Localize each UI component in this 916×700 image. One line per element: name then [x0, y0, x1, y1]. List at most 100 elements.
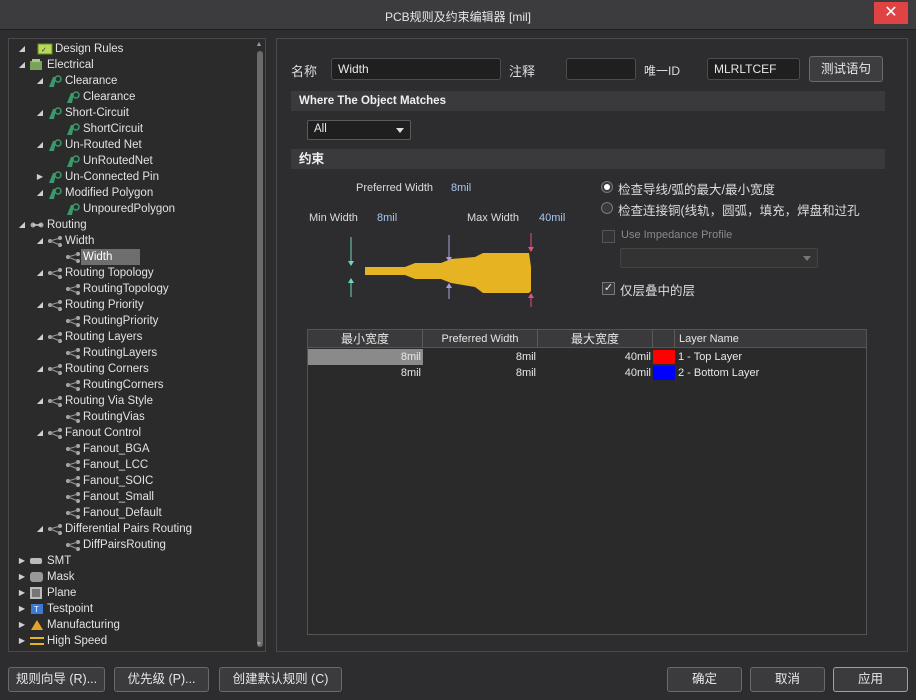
collapse-arrow-icon[interactable]: ◢: [35, 105, 45, 121]
tree-item[interactable]: UnRoutedNet: [9, 153, 249, 169]
check-trace-width-label[interactable]: 检查导线/弧的最大/最小宽度: [618, 179, 775, 198]
col-preferred-width[interactable]: Preferred Width: [423, 330, 538, 348]
tree-item[interactable]: ◢ Clearance: [9, 73, 249, 89]
cell-preferred-width[interactable]: 8mil: [423, 365, 538, 381]
tree-item[interactable]: Fanout_Small: [9, 489, 249, 505]
collapse-arrow-icon[interactable]: ◢: [35, 185, 45, 201]
cell-min-width[interactable]: 8mil: [308, 365, 423, 381]
cell-max-width[interactable]: 40mil: [538, 365, 653, 381]
uid-field[interactable]: [707, 58, 800, 80]
tree-item[interactable]: ◢ Width: [9, 233, 249, 249]
collapse-arrow-icon[interactable]: ◢: [35, 329, 45, 345]
tree-item[interactable]: RoutingCorners: [9, 377, 249, 393]
collapse-arrow-icon[interactable]: ◢: [35, 233, 45, 249]
layer-width-grid[interactable]: 最小宽度 Preferred Width 最大宽度 Layer Name 8mi…: [307, 329, 867, 635]
cell-max-width[interactable]: 40mil: [538, 349, 653, 365]
col-min-width[interactable]: 最小宽度: [308, 330, 423, 348]
tree-item[interactable]: RoutingTopology: [9, 281, 249, 297]
stack-layers-only-checkbox[interactable]: ✓: [602, 282, 615, 295]
collapse-arrow-icon[interactable]: ◢: [17, 41, 27, 57]
tree-item[interactable]: ▶ Mask: [9, 569, 249, 585]
table-row[interactable]: 8mil 8mil 40mil 2 - Bottom Layer: [308, 365, 866, 381]
priorities-button[interactable]: 优先级 (P)...: [114, 667, 209, 692]
tree-item[interactable]: ◢ Differential Pairs Routing: [9, 521, 249, 537]
tree-item[interactable]: RoutingPriority: [9, 313, 249, 329]
col-layer-name[interactable]: Layer Name: [675, 330, 866, 348]
collapse-arrow-icon[interactable]: ◢: [35, 393, 45, 409]
tree-item[interactable]: ▶ SMT: [9, 553, 249, 569]
apply-button[interactable]: 应用: [833, 667, 908, 692]
scroll-down-icon[interactable]: ▼: [255, 641, 263, 649]
tree-item[interactable]: ▶ Manufacturing: [9, 617, 249, 633]
rule-wizard-button[interactable]: 规则向导 (R)...: [8, 667, 105, 692]
tree-item[interactable]: ▶ Un-Connected Pin: [9, 169, 249, 185]
table-row[interactable]: 8mil 8mil 40mil 1 - Top Layer: [308, 349, 866, 365]
tree-scrollbar[interactable]: [257, 51, 263, 647]
create-default-rules-button[interactable]: 创建默认规则 (C): [219, 667, 342, 692]
expand-arrow-icon[interactable]: ▶: [35, 169, 45, 185]
use-impedance-checkbox[interactable]: [602, 230, 615, 243]
collapse-arrow-icon[interactable]: ◢: [35, 137, 45, 153]
scroll-up-icon[interactable]: ▲: [255, 41, 263, 49]
tree-item[interactable]: ◢ Routing Corners: [9, 361, 249, 377]
scope-select[interactable]: All: [307, 120, 411, 140]
tree-item[interactable]: ShortCircuit: [9, 121, 249, 137]
check-trace-width-radio[interactable]: [601, 181, 613, 193]
tree-item[interactable]: Fanout_SOIC: [9, 473, 249, 489]
collapse-arrow-icon[interactable]: ◢: [17, 57, 27, 73]
tree-item[interactable]: Fanout_LCC: [9, 457, 249, 473]
check-copper-radio[interactable]: [601, 202, 613, 214]
collapse-arrow-icon[interactable]: ◢: [35, 265, 45, 281]
comment-field[interactable]: [566, 58, 636, 80]
tree-item[interactable]: ◢ Routing Layers: [9, 329, 249, 345]
collapse-arrow-icon[interactable]: ◢: [35, 297, 45, 313]
tree-item[interactable]: ◢ Modified Polygon: [9, 185, 249, 201]
cell-preferred-width[interactable]: 8mil: [423, 349, 538, 365]
expand-arrow-icon[interactable]: ▶: [17, 569, 27, 585]
expand-arrow-icon[interactable]: ▶: [17, 553, 27, 569]
tree-item[interactable]: ◢ Routing Priority: [9, 297, 249, 313]
tree-item[interactable]: Clearance: [9, 89, 249, 105]
check-copper-label[interactable]: 检查连接铜(线轨，圆弧，填充，焊盘和过孔: [618, 200, 860, 219]
max-width-value[interactable]: 40mil: [539, 212, 565, 224]
collapse-arrow-icon[interactable]: ◢: [35, 361, 45, 377]
expand-arrow-icon[interactable]: ▶: [17, 601, 27, 617]
tree-item[interactable]: ◢ Un-Routed Net: [9, 137, 249, 153]
tree-item[interactable]: ◢ Electrical: [9, 57, 249, 73]
tree-item[interactable]: Width: [9, 249, 249, 265]
tree-item[interactable]: ▶ Plane: [9, 585, 249, 601]
preferred-width-value[interactable]: 8mil: [451, 182, 471, 194]
tree-item[interactable]: ◢ Fanout Control: [9, 425, 249, 441]
collapse-arrow-icon[interactable]: ◢: [35, 73, 45, 89]
tree-item[interactable]: RoutingVias: [9, 409, 249, 425]
name-field[interactable]: [331, 58, 501, 80]
tree-item[interactable]: Fanout_Default: [9, 505, 249, 521]
stack-layers-only-label[interactable]: 仅层叠中的层: [620, 280, 695, 299]
col-color[interactable]: [653, 330, 675, 348]
collapse-arrow-icon[interactable]: ◢: [17, 217, 27, 233]
tree-item[interactable]: Fanout_BGA: [9, 441, 249, 457]
close-button[interactable]: ✕: [874, 2, 908, 24]
rule-tree[interactable]: ◢ ✓ Design Rules ◢ Electrical ◢ Clearance Cl…: [8, 38, 266, 652]
tree-item[interactable]: RoutingLayers: [9, 345, 249, 361]
test-query-button[interactable]: 测试语句: [809, 56, 883, 82]
tree-item[interactable]: ◢ Routing Topology: [9, 265, 249, 281]
tree-item[interactable]: ▶ High Speed: [9, 633, 249, 649]
ok-button[interactable]: 确定: [667, 667, 742, 692]
tree-item[interactable]: ◢ Short-Circuit: [9, 105, 249, 121]
min-width-value[interactable]: 8mil: [377, 212, 397, 224]
collapse-arrow-icon[interactable]: ◢: [35, 425, 45, 441]
tree-root[interactable]: ◢ ✓ Design Rules: [9, 41, 249, 57]
tree-item[interactable]: ▶ T Testpoint: [9, 601, 249, 617]
col-max-width[interactable]: 最大宽度: [538, 330, 653, 348]
expand-arrow-icon[interactable]: ▶: [17, 585, 27, 601]
expand-arrow-icon[interactable]: ▶: [17, 633, 27, 649]
tree-item[interactable]: UnpouredPolygon: [9, 201, 249, 217]
cancel-button[interactable]: 取消: [750, 667, 825, 692]
expand-arrow-icon[interactable]: ▶: [17, 617, 27, 633]
collapse-arrow-icon[interactable]: ◢: [35, 521, 45, 537]
tree-item[interactable]: ◢ Routing Via Style: [9, 393, 249, 409]
impedance-profile-select[interactable]: [620, 248, 818, 268]
tree-item[interactable]: ◢ Routing: [9, 217, 249, 233]
tree-item[interactable]: DiffPairsRouting: [9, 537, 249, 553]
